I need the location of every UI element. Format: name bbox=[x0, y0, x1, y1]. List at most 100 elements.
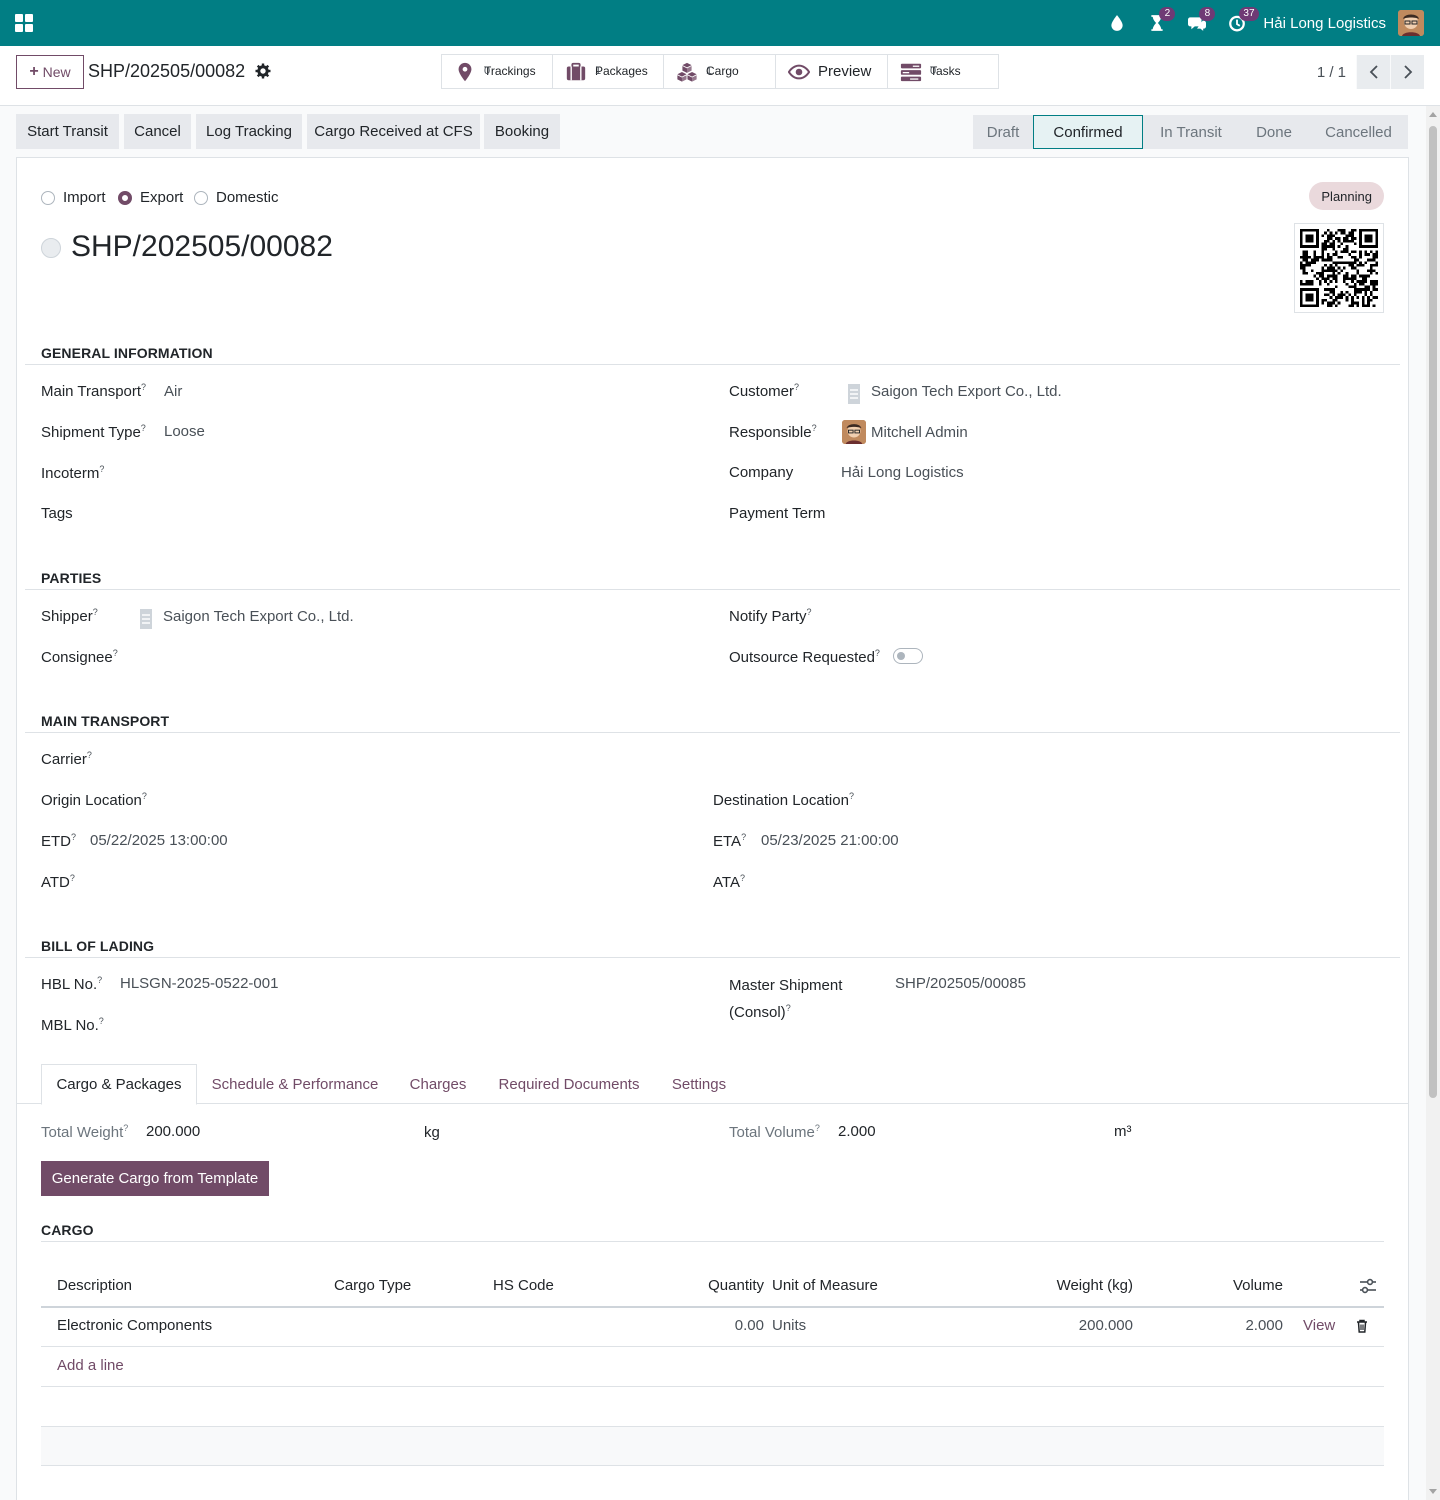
tasks-icon bbox=[900, 63, 922, 81]
building-icon bbox=[140, 609, 152, 629]
scroll-up-arrow[interactable] bbox=[1429, 112, 1437, 117]
pager-previous-button[interactable] bbox=[1356, 55, 1390, 89]
main-transport-field[interactable]: Air bbox=[164, 383, 182, 400]
cell-description[interactable]: Electronic Components bbox=[57, 1317, 212, 1334]
tab-charges[interactable]: Charges bbox=[393, 1064, 483, 1104]
stage-cancelled[interactable]: Cancelled bbox=[1309, 115, 1408, 149]
priority-toggle[interactable] bbox=[41, 238, 61, 258]
pager-value[interactable]: 1 / 1 bbox=[1317, 64, 1346, 81]
preview-smart-button[interactable]: Preview bbox=[776, 55, 888, 88]
col-hs-code[interactable]: HS Code bbox=[493, 1265, 554, 1306]
shipment-type-field[interactable]: Loose bbox=[164, 423, 205, 440]
trackings-smart-button[interactable]: Trackings 0 bbox=[442, 55, 553, 88]
start-transit-button[interactable]: Start Transit bbox=[16, 114, 119, 149]
col-volume[interactable]: Volume bbox=[1141, 1265, 1283, 1306]
outsource-requested-toggle[interactable] bbox=[893, 648, 923, 664]
company-switcher[interactable]: Hải Long Logistics bbox=[1263, 15, 1386, 32]
col-quantity[interactable]: Quantity bbox=[651, 1265, 764, 1306]
add-line-button[interactable]: Add a line bbox=[57, 1357, 124, 1374]
row-divider bbox=[41, 1465, 1384, 1466]
col-weight[interactable]: Weight (kg) bbox=[991, 1265, 1133, 1306]
log-tracking-button[interactable]: Log Tracking bbox=[196, 114, 302, 149]
responsible-field[interactable]: Mitchell Admin bbox=[871, 424, 968, 441]
generate-cargo-button[interactable]: Generate Cargo from Template bbox=[41, 1161, 269, 1196]
radio-import-label[interactable]: Import bbox=[63, 189, 106, 206]
view-row-button[interactable]: View bbox=[1303, 1317, 1335, 1334]
messages-button[interactable]: 8 bbox=[1177, 0, 1217, 46]
radio-domestic[interactable] bbox=[194, 191, 208, 205]
chevron-right-icon bbox=[1403, 65, 1412, 79]
row-divider bbox=[41, 1346, 1384, 1347]
radio-import[interactable] bbox=[41, 191, 55, 205]
section-parties: PARTIES bbox=[41, 570, 102, 586]
shipper-field[interactable]: Saigon Tech Export Co., Ltd. bbox=[163, 608, 354, 625]
planning-badge: Planning bbox=[1309, 182, 1384, 210]
master-shipment-field[interactable]: SHP/202505/00085 bbox=[895, 975, 1026, 992]
radio-export-label[interactable]: Export bbox=[140, 189, 183, 206]
pager-next-button[interactable] bbox=[1390, 55, 1424, 89]
col-description[interactable]: Description bbox=[57, 1265, 132, 1306]
clock-button[interactable]: 37 bbox=[1217, 0, 1259, 46]
scroll-down-arrow[interactable] bbox=[1429, 1489, 1437, 1494]
stage-draft[interactable]: Draft bbox=[973, 115, 1033, 149]
control-panel: + New SHP/202505/00082 Trackings 0 Packag… bbox=[0, 46, 1440, 106]
cell-weight[interactable]: 200.000 bbox=[991, 1317, 1133, 1334]
stage-bar: Draft Confirmed In Transit Done Cancelle… bbox=[973, 115, 1408, 149]
notebook-tabs: Cargo & Packages Schedule & Performance … bbox=[17, 1064, 1408, 1105]
total-weight-unit: kg bbox=[424, 1124, 440, 1141]
trash-icon[interactable] bbox=[1356, 1319, 1368, 1333]
cargo-received-button[interactable]: Cargo Received at CFS bbox=[307, 114, 480, 149]
status-bar: Start Transit Cancel Log Tracking Cargo … bbox=[16, 114, 1408, 149]
apps-menu-icon[interactable] bbox=[15, 14, 33, 32]
hbl-field[interactable]: HLSGN-2025-0522-001 bbox=[120, 975, 278, 992]
tab-schedule-performance[interactable]: Schedule & Performance bbox=[199, 1064, 391, 1104]
radio-export[interactable] bbox=[118, 191, 132, 205]
company-field[interactable]: Hải Long Logistics bbox=[841, 464, 964, 481]
cancel-button[interactable]: Cancel bbox=[124, 114, 191, 149]
payment-term-label: Payment Term bbox=[729, 505, 826, 522]
col-cargo-type[interactable]: Cargo Type bbox=[334, 1265, 411, 1306]
user-avatar[interactable] bbox=[1398, 10, 1424, 36]
cubes-icon bbox=[677, 62, 697, 82]
responsible-avatar bbox=[842, 420, 866, 444]
company-label: Company bbox=[729, 464, 794, 481]
tab-required-documents[interactable]: Required Documents bbox=[485, 1064, 653, 1104]
radio-domestic-label[interactable]: Domestic bbox=[216, 189, 279, 206]
scrollbar-thumb[interactable] bbox=[1429, 126, 1437, 1098]
stage-confirmed[interactable]: Confirmed bbox=[1033, 115, 1143, 149]
customer-label: Customer? bbox=[729, 382, 800, 400]
total-volume-unit: m³ bbox=[1114, 1123, 1132, 1140]
etd-field[interactable]: 05/22/2025 13:00:00 bbox=[90, 832, 228, 849]
col-unit-of-measure[interactable]: Unit of Measure bbox=[772, 1265, 878, 1306]
tasks-smart-button[interactable]: Tasks 0 bbox=[888, 55, 998, 88]
eye-icon bbox=[788, 64, 810, 79]
cell-uom[interactable]: Units bbox=[772, 1317, 806, 1334]
section-divider bbox=[25, 732, 1400, 733]
optional-columns-icon[interactable] bbox=[1359, 1278, 1377, 1294]
eta-field[interactable]: 05/23/2025 21:00:00 bbox=[761, 832, 899, 849]
cell-quantity[interactable]: 0.00 bbox=[651, 1317, 764, 1334]
section-divider bbox=[25, 364, 1400, 365]
cell-volume[interactable]: 2.000 bbox=[1141, 1317, 1283, 1334]
customer-field[interactable]: Saigon Tech Export Co., Ltd. bbox=[871, 383, 1062, 400]
packages-smart-button[interactable]: Packages 1 bbox=[553, 55, 664, 88]
origin-location-label: Origin Location? bbox=[41, 791, 147, 809]
stage-in-transit[interactable]: In Transit bbox=[1143, 115, 1239, 149]
booking-button[interactable]: Booking bbox=[484, 114, 560, 149]
section-main-transport: MAIN TRANSPORT bbox=[41, 713, 170, 729]
section-divider bbox=[25, 957, 1400, 958]
carrier-label: Carrier? bbox=[41, 750, 92, 768]
gear-icon[interactable] bbox=[255, 63, 271, 79]
stage-done[interactable]: Done bbox=[1239, 115, 1309, 149]
tab-cargo-packages[interactable]: Cargo & Packages bbox=[41, 1064, 197, 1105]
cargo-smart-button[interactable]: Cargo 1 bbox=[664, 55, 776, 88]
water-drop-icon[interactable] bbox=[1097, 0, 1137, 46]
suitcase-icon bbox=[566, 62, 586, 80]
record-name: SHP/202505/00082 bbox=[71, 230, 333, 263]
page-scrollbar[interactable] bbox=[1426, 106, 1440, 1500]
activities-button[interactable]: 2 bbox=[1137, 0, 1177, 46]
tab-settings[interactable]: Settings bbox=[655, 1064, 743, 1104]
responsible-label: Responsible? bbox=[729, 423, 817, 441]
new-button[interactable]: + New bbox=[16, 55, 84, 89]
section-general-information: GENERAL INFORMATION bbox=[41, 345, 213, 361]
